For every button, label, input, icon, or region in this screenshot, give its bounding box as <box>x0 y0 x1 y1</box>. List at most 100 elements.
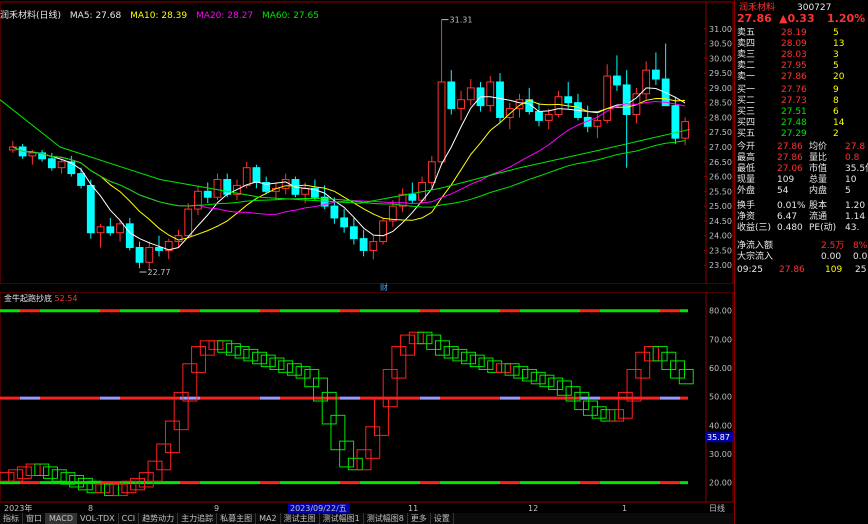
indicator-tick: 30.00 <box>709 450 732 459</box>
stat-value: 1.14 <box>845 212 866 222</box>
oscillator-box <box>252 351 267 365</box>
candle-body <box>447 81 456 110</box>
candle-body <box>457 99 465 110</box>
kline-chart-svg[interactable]: 31.00 30.50 30.00 29.50 29.00 28.50 28.00 27.50… <box>0 0 734 524</box>
candle-body <box>28 152 37 157</box>
tab-item[interactable]: 更多 <box>408 513 431 524</box>
bid-price: 27.48 <box>781 118 807 128</box>
flow-pct: 8% <box>853 241 868 251</box>
flow-row: 净流入额 2.5万 8% <box>735 241 868 252</box>
ma60-label: MA60: 27.65 <box>261 11 319 21</box>
stat-row: 收益(三) 0.480 PE(动) 43. <box>735 223 868 234</box>
high-annotation: 31.31 <box>450 16 473 25</box>
oscillator-box <box>434 340 450 356</box>
tab-item[interactable]: MACD <box>46 513 77 524</box>
stat-value: 109 <box>777 175 795 185</box>
oscillator-box <box>582 400 598 416</box>
oscillator-box <box>591 406 607 419</box>
stat-value: 35.5亿 <box>845 164 868 174</box>
oscillator-box <box>104 483 119 497</box>
candle-body <box>86 184 95 234</box>
bid-volume: 8 <box>833 96 839 106</box>
price-change-pct: 1.20% <box>827 12 866 25</box>
tab-item[interactable]: 测试幅图8 <box>364 513 408 524</box>
ma-legend: 润禾材料(日线) MA5: 27.68 MA10: 28.39 MA20: 28… <box>0 8 325 21</box>
ma5-line <box>12 87 686 251</box>
oscillator-box <box>400 334 416 356</box>
ask-row: 卖二 27.95 5 <box>735 61 868 72</box>
candle-body <box>651 69 660 80</box>
stat-label: PE(动) <box>809 223 837 233</box>
separator <box>0 284 734 292</box>
bid-row: 买一 27.76 9 <box>735 85 868 96</box>
ask-row: 卖一 27.86 20 <box>735 72 868 83</box>
tab-item[interactable]: VOL-TDX <box>77 513 119 524</box>
oscillator-box <box>635 351 651 379</box>
stat-row: 净资 6.47 流通 1.14 <box>735 212 868 223</box>
tab-item[interactable]: 私募主图 <box>217 513 257 524</box>
oscillator-box <box>225 343 241 356</box>
candle-body <box>379 220 388 243</box>
stat-label: 收益(三) <box>737 223 772 233</box>
oscillator-box <box>295 366 311 379</box>
candle-body <box>242 167 251 186</box>
ma20-label: MA20: 28.27 <box>196 11 254 21</box>
price-tick: 26.50 <box>709 158 732 167</box>
stat-value: 27.8 <box>845 142 866 152</box>
quote-price-row: 27.86 ▲0.33 1.20% <box>735 12 868 25</box>
stat-value: 54 <box>777 186 789 196</box>
period-label: 日线 <box>709 503 725 513</box>
oscillator-box <box>609 409 625 422</box>
oscillator-box <box>156 443 172 471</box>
tab-item[interactable]: 设置 <box>431 513 454 524</box>
stat-label: 均价 <box>809 142 828 152</box>
price-tick: 29.50 <box>709 69 732 78</box>
stat-label: 今开 <box>737 142 756 152</box>
tab-item[interactable]: MA2 <box>256 513 281 524</box>
bid-volume: 2 <box>833 129 839 139</box>
ma60-line <box>12 140 686 208</box>
oscillator-box <box>652 346 668 362</box>
oscillator-box <box>504 363 520 376</box>
oscillator-box <box>138 472 154 488</box>
ask-price: 28.09 <box>781 39 807 49</box>
stat-row: 最低 27.06 市值 35.5亿 <box>735 164 868 175</box>
tab-item[interactable]: 趋势动力 <box>139 513 179 524</box>
x-axis-label: 12 <box>528 504 538 513</box>
stat-label: 最低 <box>737 164 756 174</box>
oscillator-box <box>43 466 58 479</box>
bid-label: 买四 <box>737 118 756 128</box>
ma10-label: MA10: 28.39 <box>130 11 188 21</box>
oscillator-box <box>25 463 41 477</box>
kline-chart-area[interactable]: 31.00 30.50 30.00 29.50 29.00 28.50 28.00 27.50… <box>0 0 734 524</box>
price-tick: 28.00 <box>709 113 732 122</box>
tab-item[interactable]: 测试幅图1 <box>320 513 364 524</box>
bid-row: 买三 27.51 6 <box>735 107 868 118</box>
oscillator-box <box>408 331 424 345</box>
indicator-title: 金牛起跑抄底 52.54 <box>4 293 77 304</box>
tab-item[interactable]: 窗口 <box>23 513 46 524</box>
indicator-tick: 70.00 <box>709 335 732 344</box>
stat-label: 流通 <box>809 212 828 222</box>
price-tick: 30.00 <box>709 54 732 63</box>
tab-item[interactable]: CCI <box>119 513 140 524</box>
oscillator-box <box>452 348 468 362</box>
ask-volume: 5 <box>833 28 839 38</box>
tick-time: 09:25 <box>737 265 763 275</box>
price-tick: 29.00 <box>709 84 732 93</box>
oscillator-box <box>530 371 546 385</box>
candle-body <box>369 241 378 251</box>
price-tick: 30.50 <box>709 40 732 49</box>
tab-item[interactable]: 测试主图 <box>281 513 320 524</box>
oscillator-box <box>339 440 355 468</box>
indicator-tabs: 指标 窗口 MACD VOL-TDX CCI 趋势动力 主力追踪 私募主图 MA2 测试主图 测试幅… <box>0 513 734 524</box>
oscillator-box <box>548 377 564 391</box>
candle-body <box>564 96 573 104</box>
tab-item[interactable]: 主力追踪 <box>178 513 218 524</box>
candle-body <box>593 119 602 127</box>
tab-item[interactable]: 指标 <box>0 513 23 524</box>
oscillator-box <box>208 340 224 350</box>
candle-body <box>125 223 134 248</box>
oscillator-box <box>51 469 67 482</box>
price-tick: 28.50 <box>709 99 732 108</box>
